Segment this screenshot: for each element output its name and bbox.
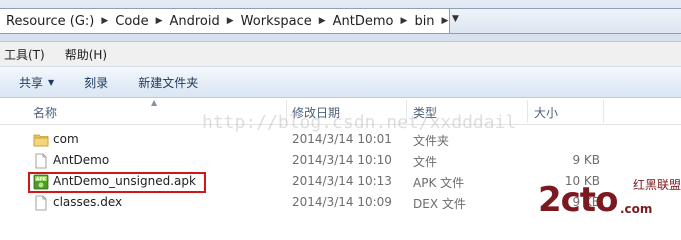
brand-logo: 2cto 红黑联盟 .com [538,172,681,224]
breadcrumb-item-code[interactable]: Code [113,14,150,29]
column-header-size[interactable]: 大小 [534,104,558,121]
command-bar: 共享 ▼ 刻录 新建文件夹 [0,67,681,98]
breadcrumb-item-bin[interactable]: bin [412,14,436,29]
file-name: AntDemo [53,153,110,167]
address-bar-empty-area[interactable] [450,8,681,34]
share-button[interactable]: 共享 ▼ [19,74,54,91]
breadcrumb[interactable]: Resource (G:) ▶ Code ▶ Android ▶ Workspa… [0,8,450,34]
brand-logo-caption: 红黑联盟 [633,178,681,192]
breadcrumb-chevron-icon[interactable]: ▶ [222,16,239,26]
menu-help[interactable]: 帮助(H) [65,46,113,63]
address-bar: Resource (G:) ▶ Code ▶ Android ▶ Workspa… [0,0,681,42]
sort-ascending-icon: ▲ [151,98,158,107]
file-date: 2014/3/14 10:09 [292,195,392,209]
breadcrumb-chevron-icon[interactable]: ▶ [396,16,413,26]
file-icon [35,195,47,211]
column-divider[interactable] [603,100,604,123]
column-header-name[interactable]: 名称 [33,104,57,121]
folder-icon [33,134,49,147]
file-row-com[interactable]: com 2014/3/14 10:01 文件夹 [0,129,681,150]
breadcrumb-item-resource[interactable]: Resource (G:) [4,14,96,29]
breadcrumb-item-antdemo[interactable]: AntDemo [331,14,396,29]
file-name: com [53,132,79,146]
menu-bar: 工具(T) 帮助(H) [0,42,681,67]
menu-tools[interactable]: 工具(T) [4,46,51,63]
file-type: 文件夹 [413,134,450,148]
breadcrumb-chevron-icon[interactable]: ▶ [314,16,331,26]
brand-logo-text: 2cto [538,180,618,220]
file-date: 2014/3/14 10:01 [292,132,392,146]
brand-logo-url: .com [620,202,653,216]
file-date: 2014/3/14 10:13 [292,174,392,188]
column-divider[interactable] [527,100,528,123]
file-row-antdemo[interactable]: AntDemo 2014/3/14 10:10 文件 9 KB [0,150,681,171]
file-type: DEX 文件 [413,197,466,211]
breadcrumb-chevron-icon[interactable]: ▶ [96,16,113,26]
new-folder-button[interactable]: 新建文件夹 [138,74,198,91]
burn-button[interactable]: 刻录 [84,74,108,91]
file-type: 文件 [413,155,438,169]
file-date: 2014/3/14 10:10 [292,153,392,167]
caret-down-icon: ▼ [48,77,55,87]
breadcrumb-item-workspace[interactable]: Workspace [239,14,314,29]
burn-button-label: 刻录 [84,75,109,90]
highlight-annotation [28,172,206,193]
new-folder-button-label: 新建文件夹 [138,75,199,90]
address-dropdown-icon[interactable]: ▼ [452,14,459,24]
breadcrumb-chevron-icon[interactable]: ▶ [151,16,168,26]
file-icon [35,153,47,169]
share-button-label: 共享 [19,75,44,90]
file-type: APK 文件 [413,176,465,190]
file-name: classes.dex [53,195,123,209]
file-size: 9 KB [572,153,600,167]
breadcrumb-item-android[interactable]: Android [167,14,221,29]
